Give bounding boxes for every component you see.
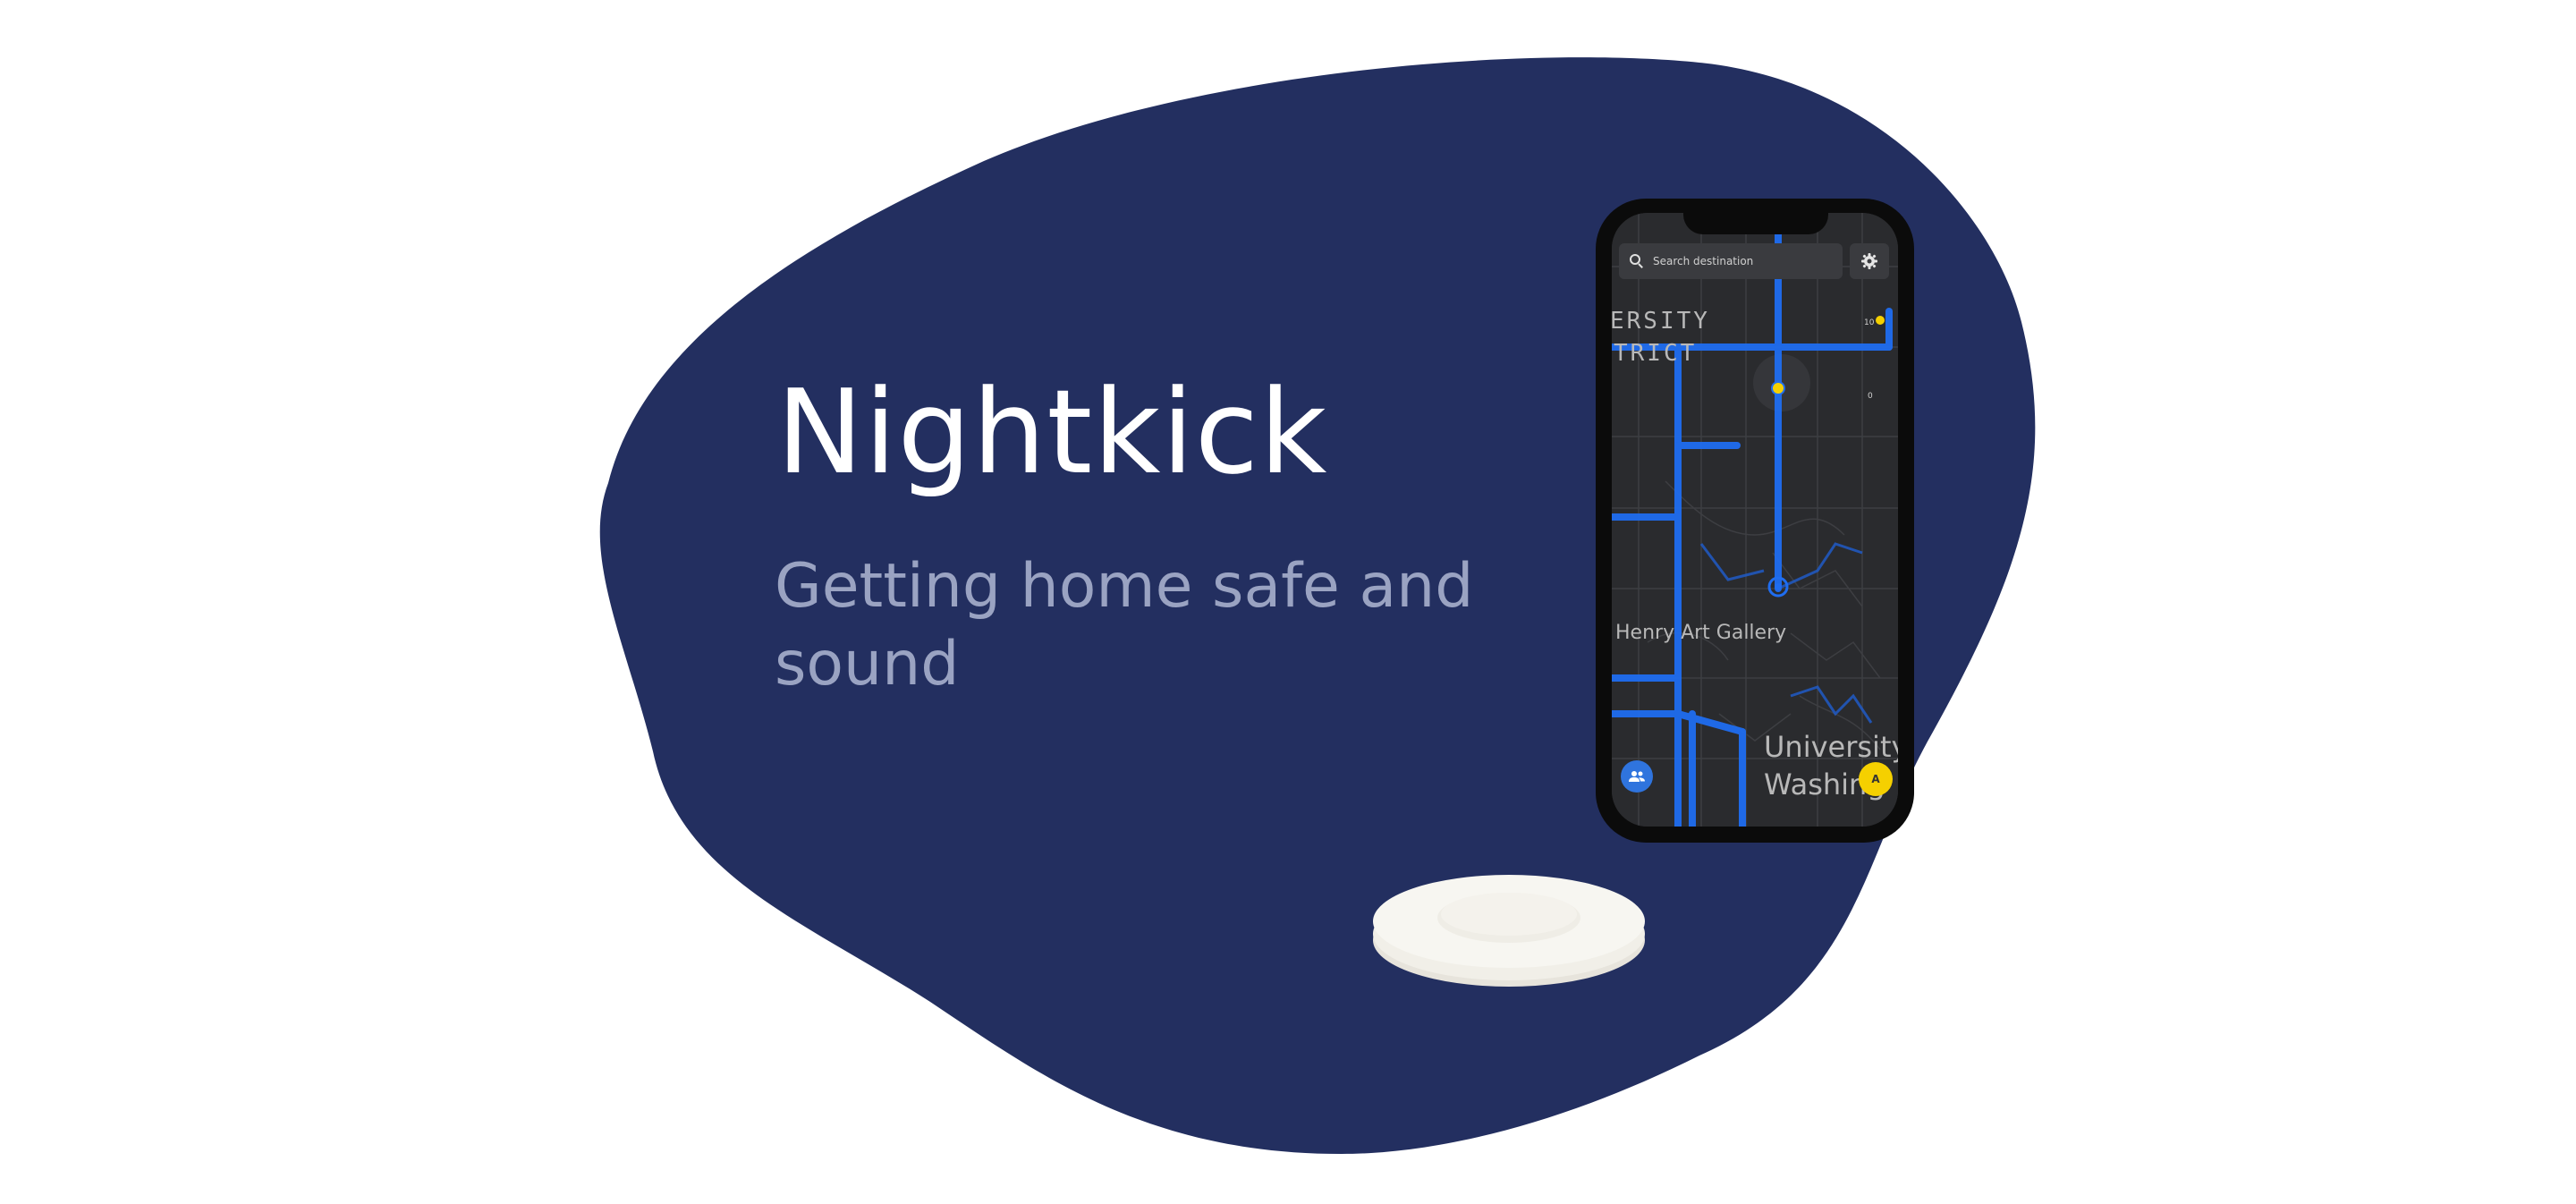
search-icon [1628, 252, 1646, 270]
stage: Nightkick Getting home safe and sound Se… [0, 0, 2576, 1204]
app-title: Nightkick [776, 364, 1328, 500]
phone-screen: ERSITY TRICT Henry Art Gallery Universit… [1612, 213, 1898, 827]
alert-icon: A [1871, 773, 1880, 785]
people-icon [1629, 771, 1645, 782]
phone-notch [1683, 213, 1828, 234]
search-bar[interactable] [1619, 243, 1843, 279]
app-tagline: Getting home safe and sound [775, 551, 1474, 700]
safety-button-device [1373, 875, 1645, 987]
map-label-district-line2: TRICT [1614, 340, 1698, 367]
gear-icon [1861, 253, 1877, 269]
map-label-gallery: Henry Art Gallery [1615, 622, 1787, 644]
search-input[interactable] [1651, 254, 1834, 268]
settings-button[interactable] [1850, 243, 1889, 279]
zoom-scale-bottom: 0 [1868, 392, 1873, 401]
zoom-scale-top: 10 [1864, 318, 1875, 327]
map-label-district: ERSITY [1612, 308, 1710, 335]
alert-button[interactable]: A [1859, 762, 1893, 796]
map-label-university: University [1764, 730, 1898, 764]
phone-mockup: ERSITY TRICT Henry Art Gallery Universit… [1596, 199, 1914, 843]
friends-button[interactable] [1621, 760, 1653, 793]
